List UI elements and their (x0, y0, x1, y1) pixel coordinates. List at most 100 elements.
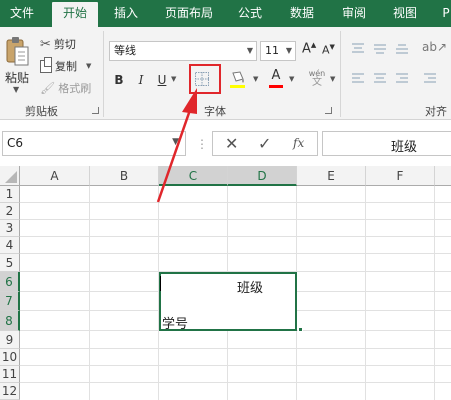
indent-icon (424, 73, 436, 83)
scissors-icon: ✂ (40, 36, 51, 52)
row-header-6[interactable]: 6 (0, 272, 20, 292)
tab-file[interactable]: 文件 (0, 0, 44, 27)
column-header-a[interactable]: A (20, 166, 90, 186)
align-top-icon (352, 43, 364, 53)
text-orientation-icon: ab↗ (422, 40, 448, 54)
cut-label: 剪切 (53, 38, 76, 51)
insert-function-icon[interactable]: fx (293, 136, 304, 150)
phonetic-guide-button[interactable]: wén 文 (306, 69, 328, 89)
font-color-swatch (269, 85, 283, 88)
fill-color-button[interactable] (229, 69, 247, 89)
phonetic-dropdown-arrow[interactable]: ▼ (330, 75, 335, 83)
font-dialog-launcher[interactable] (325, 107, 332, 114)
indent-button[interactable] (422, 71, 438, 85)
clipboard-dialog-launcher[interactable] (92, 107, 99, 114)
row-header-12[interactable]: 12 (0, 383, 20, 400)
formula-input[interactable]: 班级 (322, 131, 451, 156)
column-header-g[interactable] (435, 166, 451, 186)
paintbrush-icon: 🖌 (40, 81, 56, 95)
row-header-7[interactable]: 7 (0, 292, 20, 311)
row-header-3[interactable]: 3 (0, 220, 20, 237)
align-right-icon (396, 73, 408, 83)
group-divider (103, 31, 104, 117)
column-header-c[interactable]: C (159, 166, 228, 186)
font-color-button[interactable]: A (268, 69, 284, 89)
copy-dropdown-arrow[interactable]: ▼ (86, 62, 91, 70)
cell-c8[interactable]: 学号 (162, 313, 188, 332)
tab-page-layout[interactable]: 页面布局 (156, 0, 222, 27)
cut-button[interactable]: ✂ 剪切 (40, 36, 76, 52)
paste-dropdown-arrow[interactable]: ▼ (13, 85, 19, 94)
orientation-button[interactable]: ab↗ (422, 40, 447, 54)
enter-check-icon[interactable]: ✓ (258, 134, 271, 153)
font-name-dropdown[interactable]: 等线 ▼ (109, 41, 257, 61)
align-middle-icon (374, 44, 386, 54)
row-header-9[interactable]: 9 (0, 331, 20, 349)
select-all-triangle-icon (5, 171, 17, 183)
tab-data[interactable]: 数据 (282, 0, 322, 27)
chevron-down-icon: ▼ (285, 46, 292, 55)
grow-font-icon: A (302, 41, 311, 57)
fill-color-dropdown-arrow[interactable]: ▼ (253, 75, 258, 83)
paste-button[interactable] (4, 35, 30, 71)
font-group-label: 字体 (204, 105, 226, 118)
tab-review[interactable]: 审阅 (334, 0, 374, 27)
bottom-align-button[interactable] (394, 41, 410, 55)
row-header-5[interactable]: 5 (0, 254, 20, 272)
underline-dropdown-arrow[interactable]: ▼ (171, 75, 176, 83)
column-header-b[interactable]: B (90, 166, 159, 186)
grow-font-button[interactable]: A▲ (302, 41, 316, 56)
text-cursor (160, 276, 161, 291)
paint-bucket-icon (230, 71, 245, 88)
row-header-8[interactable]: 8 (0, 311, 20, 331)
chevron-down-icon[interactable]: ▼ (172, 137, 179, 147)
formula-bar-area: C6 ▼ ⋮ ✕ ✓ fx 班级 (0, 120, 451, 166)
font-color-dropdown-arrow[interactable]: ▼ (289, 75, 294, 83)
select-all-corner[interactable] (0, 166, 20, 186)
formula-buttons: ✕ ✓ fx (212, 131, 318, 156)
tab-overflow[interactable]: P (436, 0, 451, 27)
column-header-f[interactable]: F (366, 166, 435, 186)
cell-d6[interactable]: 班级 (237, 277, 263, 296)
row-header-10[interactable]: 10 (0, 349, 20, 366)
paste-label[interactable]: 粘贴 (5, 69, 29, 86)
copy-button[interactable]: 复制 ▼ (40, 56, 91, 74)
copy-icon (40, 56, 52, 73)
column-header-d[interactable]: D (228, 166, 297, 186)
tab-view[interactable]: 视图 (385, 0, 425, 27)
format-painter-button[interactable]: 🖌 格式刷 (40, 80, 91, 96)
align-center-button[interactable] (372, 71, 388, 85)
font-size-dropdown[interactable]: 11 ▼ (260, 41, 296, 61)
row-header-4[interactable]: 4 (0, 237, 20, 254)
align-left-button[interactable] (350, 71, 366, 85)
bold-button[interactable]: B (112, 71, 126, 89)
more-dots-icon: ⋮ (196, 137, 208, 151)
italic-button[interactable]: I (134, 71, 148, 89)
cancel-icon[interactable]: ✕ (225, 134, 238, 153)
paste-icon (6, 37, 29, 66)
row-header-1[interactable]: 1 (0, 186, 20, 203)
copy-label: 复制 (55, 60, 77, 73)
format-painter-label: 格式刷 (58, 82, 92, 95)
ribbon-tab-bar: 文件 开始 插入 页面布局 公式 数据 审阅 视图 P (0, 0, 451, 27)
font-size-value: 11 (265, 44, 279, 57)
align-bottom-icon (396, 44, 408, 54)
underline-button[interactable]: U (155, 71, 169, 89)
name-box[interactable]: C6 ▼ (2, 131, 186, 156)
borders-button[interactable] (195, 71, 209, 86)
align-left-icon (352, 73, 364, 83)
row-header-11[interactable]: 11 (0, 366, 20, 383)
shrink-font-button[interactable]: A▼ (322, 43, 335, 57)
tab-formulas[interactable]: 公式 (230, 0, 270, 27)
align-right-button[interactable] (394, 71, 410, 85)
column-header-e[interactable]: E (297, 166, 366, 186)
tab-home[interactable]: 开始 (52, 2, 98, 27)
borders-icon (195, 72, 209, 86)
group-divider (340, 31, 341, 117)
middle-align-button[interactable] (372, 41, 388, 55)
fill-handle[interactable] (298, 327, 303, 332)
top-align-button[interactable] (350, 41, 366, 55)
font-color-letter: A (271, 68, 281, 83)
tab-insert[interactable]: 插入 (106, 0, 146, 27)
row-header-2[interactable]: 2 (0, 203, 20, 220)
